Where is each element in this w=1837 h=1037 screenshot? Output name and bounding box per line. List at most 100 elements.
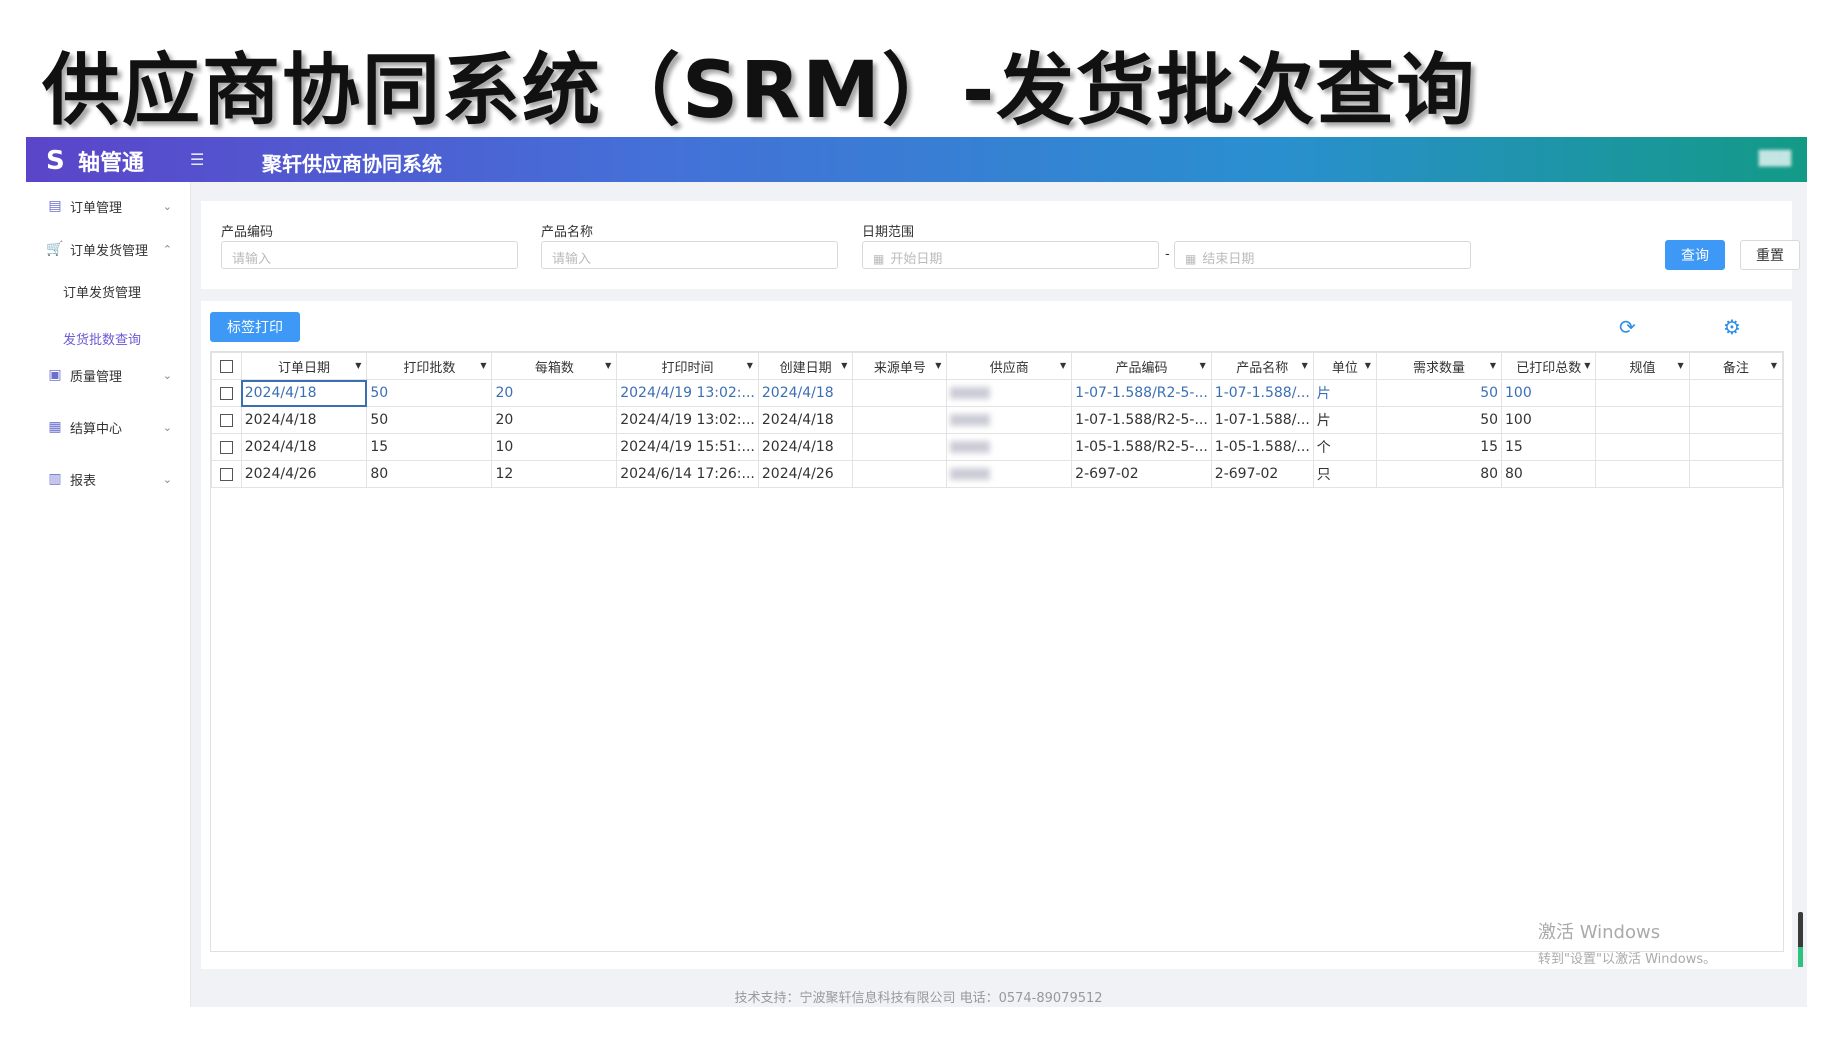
logo[interactable]: S 轴管通: [46, 145, 144, 177]
cell-remark[interactable]: [1688, 433, 1784, 461]
cell-product-name[interactable]: 1-07-1.588/...: [1210, 406, 1314, 434]
cell-demand-qty[interactable]: 80: [1375, 460, 1503, 488]
select-all-checkbox[interactable]: [211, 352, 242, 380]
cell-remark[interactable]: [1688, 460, 1784, 488]
cell-product-name[interactable]: 2-697-02: [1210, 460, 1314, 488]
cell-source-no[interactable]: [852, 460, 948, 488]
cell-create-date[interactable]: 2024/4/18: [757, 433, 854, 461]
cell-printed-total[interactable]: 100: [1501, 406, 1597, 434]
menu-toggle-icon[interactable]: ☰: [190, 150, 204, 169]
sidebar-item-shipping[interactable]: 🛒 订单发货管理 ⌃: [26, 231, 190, 267]
table-row[interactable]: 2024/4/18 15 10 2024/4/19 15:51:... 2024/4/1…: [211, 433, 1784, 461]
column-header[interactable]: 单位 ▼: [1312, 352, 1377, 380]
cell-print-batches[interactable]: 50: [366, 379, 493, 407]
cell-supplier[interactable]: [946, 406, 1073, 434]
sidebar-subitem-shipping-management[interactable]: 订单发货管理: [63, 282, 141, 301]
column-header[interactable]: 产品名称 ▼: [1210, 352, 1314, 380]
cell-printed-total[interactable]: 80: [1501, 460, 1597, 488]
cell-print-time[interactable]: 2024/4/19 15:51:...: [616, 433, 759, 461]
table-row[interactable]: 2024/4/26 80 12 2024/6/14 17:26:... 2024/4/2…: [211, 460, 1784, 488]
gear-icon[interactable]: ⚙: [1723, 315, 1741, 339]
cell-source-no[interactable]: [852, 406, 948, 434]
cell-print-batches[interactable]: 15: [366, 433, 493, 461]
row-checkbox[interactable]: [211, 379, 242, 407]
sidebar-item-reports[interactable]: ▥ 报表 ⌄: [26, 461, 190, 497]
column-header[interactable]: 需求数量 ▼: [1375, 352, 1503, 380]
calendar-icon: ▦: [1185, 252, 1197, 266]
row-checkbox[interactable]: [211, 460, 242, 488]
table-row[interactable]: 2024/4/18 50 20 2024/4/19 13:02:... 2024/4/1…: [211, 406, 1784, 434]
cell-spec[interactable]: [1595, 433, 1690, 461]
cell-supplier[interactable]: [946, 433, 1073, 461]
cell-product-code[interactable]: 1-07-1.588/R2-5-...: [1071, 406, 1212, 434]
cell-supplier[interactable]: [946, 379, 1073, 407]
cell-spec[interactable]: [1595, 406, 1690, 434]
end-date-input[interactable]: ▦ 结束日期: [1174, 241, 1471, 269]
cell-unit[interactable]: 片: [1312, 406, 1377, 434]
cell-per-box[interactable]: 20: [491, 406, 618, 434]
cell-print-time[interactable]: 2024/4/19 13:02:...: [616, 406, 759, 434]
user-name[interactable]: ███: [1759, 151, 1791, 167]
cell-product-code[interactable]: 1-05-1.588/R2-5-...: [1071, 433, 1212, 461]
column-header[interactable]: 打印批数 ▼: [366, 352, 493, 380]
cell-unit[interactable]: 个: [1312, 433, 1377, 461]
cell-source-no[interactable]: [852, 379, 948, 407]
cell-order-date[interactable]: 2024/4/18: [240, 433, 368, 461]
column-header[interactable]: 打印时间 ▼: [616, 352, 759, 380]
cell-order-date[interactable]: 2024/4/18: [240, 406, 368, 434]
cell-print-batches[interactable]: 80: [366, 460, 493, 488]
cell-per-box[interactable]: 12: [491, 460, 618, 488]
query-button[interactable]: 查询: [1665, 240, 1725, 270]
cell-product-name[interactable]: 1-05-1.588/...: [1210, 433, 1314, 461]
cell-create-date[interactable]: 2024/4/26: [757, 460, 854, 488]
cell-supplier[interactable]: [946, 460, 1073, 488]
cell-unit[interactable]: 片: [1312, 379, 1377, 407]
product-code-input[interactable]: 请输入: [221, 241, 518, 269]
cell-print-time[interactable]: 2024/4/19 13:02:...: [616, 379, 759, 407]
sidebar-subitem-batch-query[interactable]: 发货批数查询: [63, 329, 141, 348]
cell-spec[interactable]: [1595, 379, 1690, 407]
sidebar-item-quality[interactable]: ▣ 质量管理 ⌄: [26, 357, 190, 393]
reset-button[interactable]: 重置: [1740, 240, 1800, 270]
column-header[interactable]: 每箱数 ▼: [491, 352, 618, 380]
cell-printed-total[interactable]: 15: [1501, 433, 1597, 461]
cell-per-box[interactable]: 20: [491, 379, 618, 407]
cell-source-no[interactable]: [852, 433, 948, 461]
column-header[interactable]: 规值 ▼: [1595, 352, 1690, 380]
cell-print-batches[interactable]: 50: [366, 406, 493, 434]
column-header[interactable]: 备注 ▼: [1688, 352, 1784, 380]
refresh-icon[interactable]: ⟳: [1619, 315, 1636, 339]
start-date-input[interactable]: ▦ 开始日期: [862, 241, 1159, 269]
column-header[interactable]: 创建日期 ▼: [757, 352, 854, 380]
cell-demand-qty[interactable]: 50: [1375, 406, 1503, 434]
cell-demand-qty[interactable]: 15: [1375, 433, 1503, 461]
cell-product-code[interactable]: 1-07-1.588/R2-5-...: [1071, 379, 1212, 407]
column-header[interactable]: 已打印总数 ▼: [1501, 352, 1597, 380]
label-print-button[interactable]: 标签打印: [210, 312, 300, 342]
cell-demand-qty[interactable]: 50: [1375, 379, 1503, 407]
cell-per-box[interactable]: 10: [491, 433, 618, 461]
column-header[interactable]: 产品编码 ▼: [1071, 352, 1212, 380]
table-row[interactable]: 2024/4/18 50 20 2024/4/19 13:02:... 2024/4/1…: [211, 379, 1784, 407]
cell-remark[interactable]: [1688, 406, 1784, 434]
sidebar-item-settlement[interactable]: ▦ 结算中心 ⌄: [26, 409, 190, 445]
cell-order-date[interactable]: 2024/4/26: [240, 460, 368, 488]
product-name-input[interactable]: 请输入: [541, 241, 838, 269]
cell-printed-total[interactable]: 100: [1501, 379, 1597, 407]
row-checkbox[interactable]: [211, 433, 242, 461]
cell-product-name[interactable]: 1-07-1.588/...: [1210, 379, 1314, 407]
redacted-supplier: [950, 441, 991, 453]
cell-create-date[interactable]: 2024/4/18: [757, 379, 854, 407]
cell-product-code[interactable]: 2-697-02: [1071, 460, 1212, 488]
cell-order-date[interactable]: 2024/4/18: [240, 379, 368, 407]
cell-create-date[interactable]: 2024/4/18: [757, 406, 854, 434]
cell-print-time[interactable]: 2024/6/14 17:26:...: [616, 460, 759, 488]
sidebar-item-orders[interactable]: ▤ 订单管理 ⌄: [26, 188, 190, 224]
cell-spec[interactable]: [1595, 460, 1690, 488]
column-header[interactable]: 来源单号 ▼: [852, 352, 948, 380]
column-header[interactable]: 订单日期 ▼: [240, 352, 368, 380]
row-checkbox[interactable]: [211, 406, 242, 434]
cell-remark[interactable]: [1688, 379, 1784, 407]
column-header[interactable]: 供应商 ▼: [946, 352, 1073, 380]
cell-unit[interactable]: 只: [1312, 460, 1377, 488]
